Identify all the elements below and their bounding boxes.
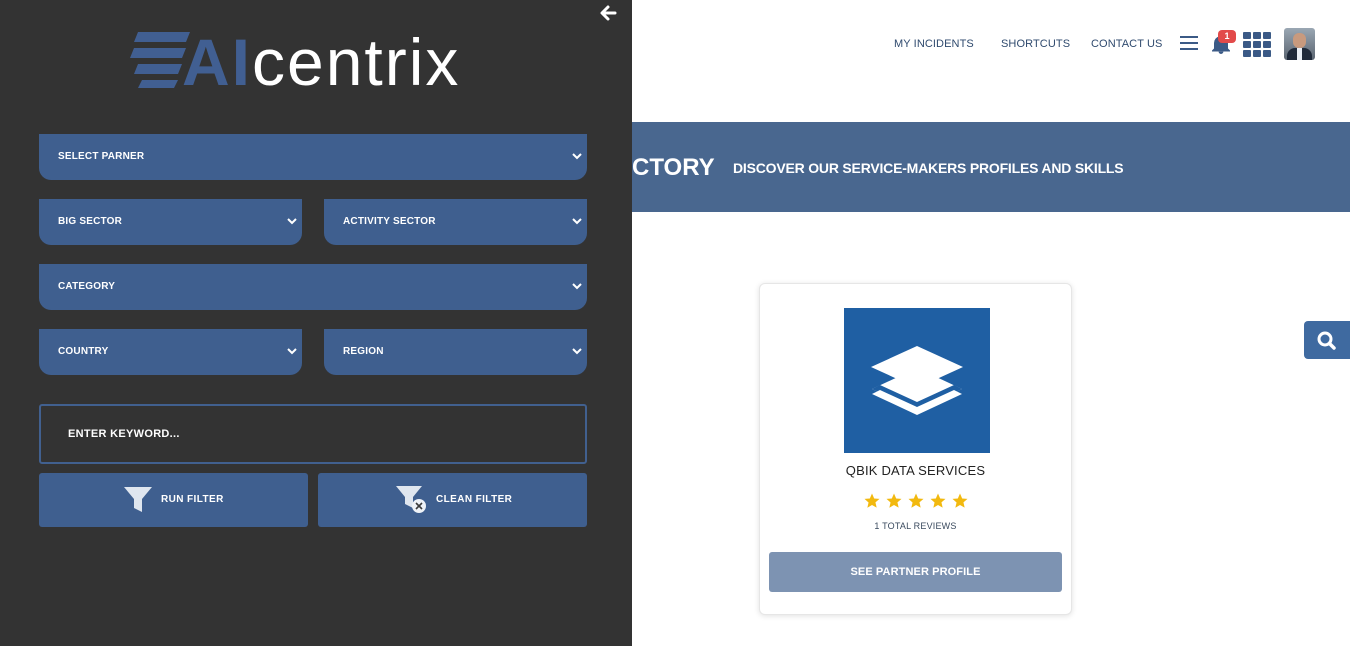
select-big-sector[interactable]: BIG SECTOR (39, 199, 302, 245)
select-activity-sector[interactable]: ACTIVITY SECTOR (324, 199, 587, 245)
brand-name: AIcentrix (182, 25, 461, 99)
select-big-sector-label: BIG SECTOR (58, 216, 123, 227)
nav-contact-us[interactable]: CONTACT US (1091, 38, 1163, 50)
select-country-label: COUNTRY (58, 346, 109, 357)
chevron-down-icon (572, 153, 582, 160)
apps-grid-icon[interactable] (1243, 32, 1271, 57)
select-category[interactable]: CATEGORY (39, 264, 587, 310)
select-partner-label: SELECT PARNER (58, 151, 145, 162)
chevron-down-icon (572, 283, 582, 290)
search-button[interactable] (1304, 321, 1350, 359)
search-icon (1317, 331, 1336, 350)
partner-name: QBIK DATA SERVICES (845, 463, 986, 478)
run-filter-button[interactable]: RUN FILTER (39, 473, 308, 527)
clean-filter-label: CLEAN FILTER (436, 494, 513, 505)
see-partner-profile-button[interactable]: SEE PARTNER PROFILE (769, 552, 1062, 592)
partner-card: QBIK DATA SERVICES 1 TOTAL REVIEWS SEE P… (759, 283, 1072, 615)
brand-logo: AIcentrix (130, 24, 500, 99)
keyword-input[interactable] (41, 406, 585, 462)
chevron-down-icon (287, 348, 297, 355)
top-navigation (632, 0, 1350, 122)
review-count: 1 TOTAL REVIEWS (874, 521, 957, 531)
page-title: CTORY (632, 154, 715, 181)
nav-my-incidents[interactable]: MY INCIDENTS (894, 38, 974, 50)
select-region[interactable]: REGION (324, 329, 587, 375)
funnel-icon (124, 487, 152, 512)
filter-panel: AIcentrix SELECT PARNER BIG SECTOR ACTIV… (0, 0, 632, 646)
notification-badge: 1 (1218, 30, 1236, 43)
layers-icon (871, 346, 963, 415)
star-icon (930, 493, 945, 508)
chevron-down-icon (287, 218, 297, 225)
page-subtitle: DISCOVER OUR SERVICE-MAKERS PROFILES AND… (733, 160, 1124, 176)
avatar[interactable] (1284, 28, 1315, 60)
clear-funnel-icon (396, 486, 426, 513)
chevron-down-icon (572, 348, 582, 355)
clean-filter-button[interactable]: CLEAN FILTER (318, 473, 587, 527)
star-icon (864, 493, 879, 508)
star-icon (886, 493, 901, 508)
hamburger-menu-icon[interactable] (1180, 36, 1198, 52)
select-partner[interactable]: SELECT PARNER (39, 134, 587, 180)
select-category-label: CATEGORY (58, 281, 116, 292)
speed-lines-icon (130, 32, 190, 88)
nav-shortcuts[interactable]: SHORTCUTS (1001, 38, 1070, 50)
back-arrow-icon[interactable] (598, 3, 618, 23)
star-icon (952, 493, 967, 508)
star-icon (908, 493, 923, 508)
keyword-field-wrapper (39, 404, 587, 464)
chevron-down-icon (572, 218, 582, 225)
partner-logo (844, 308, 990, 453)
star-rating (760, 492, 1071, 515)
select-country[interactable]: COUNTRY (39, 329, 302, 375)
run-filter-label: RUN FILTER (161, 494, 224, 505)
select-region-label: REGION (343, 346, 384, 357)
select-activity-sector-label: ACTIVITY SECTOR (343, 216, 436, 227)
